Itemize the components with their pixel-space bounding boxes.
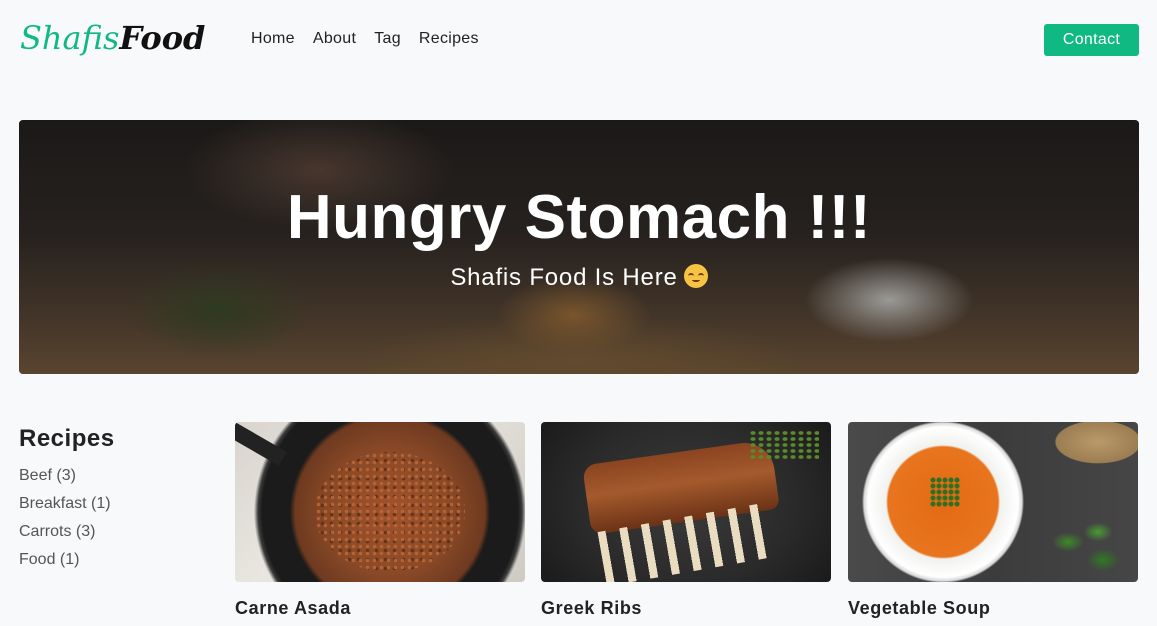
- recipes-sidebar: Recipes Beef (3) Breakfast (1) Carrots (…: [19, 424, 209, 578]
- recipe-card-greek-ribs[interactable]: Greek Ribs: [541, 422, 831, 619]
- recipe-image-vegetable-soup[interactable]: [848, 422, 1138, 582]
- contact-button[interactable]: Contact: [1044, 24, 1139, 56]
- main-nav: Home About Tag Recipes: [251, 29, 497, 49]
- nav-link-about[interactable]: About: [313, 29, 356, 49]
- tag-link-beef[interactable]: Beef (3): [19, 466, 209, 486]
- recipe-image-carne-asada[interactable]: [235, 422, 525, 582]
- logo-text-shafis: Shafis: [20, 19, 120, 57]
- top-navbar: ShafisFood Home About Tag Recipes Contac…: [0, 0, 1157, 80]
- recipe-card-carne-asada[interactable]: Carne Asada: [235, 422, 525, 619]
- recipe-title[interactable]: Carne Asada: [235, 597, 525, 619]
- logo-text-food: Food: [119, 19, 206, 57]
- sidebar-title: Recipes: [19, 425, 115, 452]
- tag-link-food[interactable]: Food (1): [19, 550, 209, 570]
- nav-link-recipes[interactable]: Recipes: [419, 29, 479, 49]
- site-logo[interactable]: ShafisFood: [20, 18, 205, 58]
- recipe-title[interactable]: Vegetable Soup: [848, 597, 1138, 619]
- recipe-title[interactable]: Greek Ribs: [541, 597, 831, 619]
- hero-title: Hungry Stomach !!!: [286, 183, 872, 252]
- hero-banner: Hungry Stomach !!! Shafis Food Is Here: [19, 120, 1139, 374]
- smiling-face-with-hearts-icon: [683, 264, 708, 288]
- nav-link-tag[interactable]: Tag: [374, 29, 401, 49]
- tag-link-carrots[interactable]: Carrots (3): [19, 522, 209, 542]
- recipe-card-vegetable-soup[interactable]: Vegetable Soup: [848, 422, 1138, 619]
- nav-link-home[interactable]: Home: [251, 29, 295, 49]
- tag-list: Beef (3) Breakfast (1) Carrots (3) Food …: [19, 466, 209, 570]
- hero-subtitle: Shafis Food Is Here: [19, 263, 1139, 293]
- recipe-image-greek-ribs[interactable]: [541, 422, 831, 582]
- tag-link-breakfast[interactable]: Breakfast (1): [19, 494, 209, 514]
- hero-subtitle-text: Shafis Food Is Here: [450, 264, 678, 291]
